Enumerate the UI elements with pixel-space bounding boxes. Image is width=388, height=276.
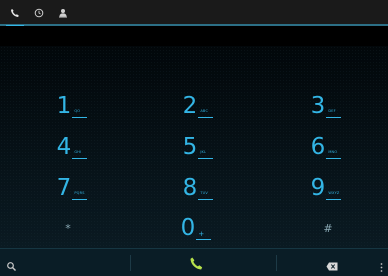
key-1[interactable]: 1 QO	[12, 88, 132, 118]
key-digit: 1	[56, 93, 72, 119]
dialed-number-field[interactable]	[0, 26, 388, 46]
key-digit: 2	[182, 93, 198, 119]
divider	[130, 255, 131, 271]
key-digit: 9	[310, 175, 326, 201]
key-digit: 6	[310, 134, 326, 160]
key-5[interactable]: 5 JKL	[138, 129, 258, 159]
key-digit: 8	[182, 175, 198, 201]
key-9[interactable]: 9 WXYZ	[266, 170, 386, 200]
key-3[interactable]: 3 DEF	[266, 88, 386, 118]
overflow-menu-icon	[380, 263, 383, 272]
tab-contacts[interactable]	[52, 0, 74, 26]
dial-keypad: 1 QO 2 ABC 3 DEF 4 GHI 5 JKL 6 MNO 7 PQR…	[0, 46, 388, 248]
search-icon	[7, 262, 16, 271]
key-letters: PQRS	[72, 191, 88, 200]
key-letters: +	[196, 231, 212, 240]
key-letters: TUV	[198, 191, 214, 200]
search-button[interactable]	[6, 257, 20, 271]
key-digit: 5	[182, 134, 198, 160]
backspace-icon	[326, 262, 338, 271]
tab-bar	[0, 0, 388, 28]
key-letters: DEF	[326, 109, 342, 118]
overflow-menu-button[interactable]	[380, 258, 384, 272]
key-6[interactable]: 6 MNO	[266, 129, 386, 159]
phone-icon	[190, 257, 202, 269]
dialer-app: 1 QO 2 ABC 3 DEF 4 GHI 5 JKL 6 MNO 7 PQR…	[0, 0, 388, 276]
delete-button[interactable]	[326, 256, 342, 271]
key-star[interactable]: *	[8, 210, 128, 240]
tab-recent[interactable]	[28, 0, 50, 26]
key-hash[interactable]: #	[268, 210, 388, 240]
key-7[interactable]: 7 PQRS	[12, 170, 132, 200]
key-digit: 4	[56, 134, 72, 160]
key-digit: 0	[180, 215, 196, 241]
divider	[276, 255, 277, 271]
key-digit: #	[323, 222, 333, 235]
key-0[interactable]: 0 +	[136, 210, 256, 240]
key-digit: 3	[310, 93, 326, 119]
phone-icon	[11, 9, 19, 17]
key-digit: 7	[56, 175, 72, 201]
key-digit: *	[65, 222, 71, 235]
dialer-action-bar	[0, 248, 388, 276]
key-letters: ABC	[198, 109, 214, 118]
tab-phone[interactable]	[4, 0, 26, 28]
key-8[interactable]: 8 TUV	[138, 170, 258, 200]
key-2[interactable]: 2 ABC	[138, 88, 258, 118]
key-letters: GHI	[72, 150, 88, 159]
clock-icon	[34, 8, 44, 18]
key-letters: JKL	[198, 150, 214, 159]
key-letters: WXYZ	[326, 191, 342, 200]
key-letters: MNO	[326, 150, 342, 159]
key-4[interactable]: 4 GHI	[12, 129, 132, 159]
call-button[interactable]	[186, 253, 206, 273]
key-letters: QO	[72, 109, 88, 118]
person-icon	[59, 9, 67, 18]
